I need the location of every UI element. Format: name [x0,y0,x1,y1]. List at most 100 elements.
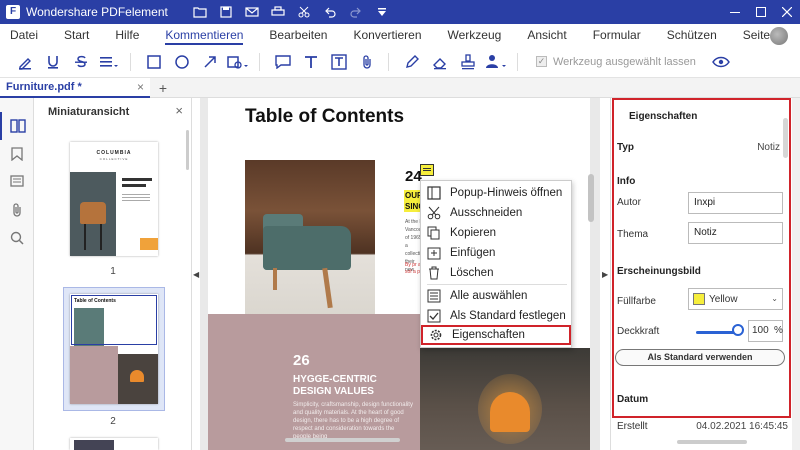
menu-konvertieren[interactable]: Konvertieren [353,24,421,46]
menu-item-copy[interactable]: Kopieren [421,223,571,243]
pencil-icon[interactable] [399,49,425,75]
minimize-icon[interactable] [722,0,748,24]
properties-scrollbar[interactable] [783,118,788,158]
user-avatar[interactable] [770,27,788,45]
close-panel-icon[interactable]: × [175,103,183,118]
document-horizontal-scrollbar[interactable] [285,438,400,442]
sticky-note-annotation-icon[interactable] [420,164,434,176]
toolbar-divider [517,52,518,71]
menu-kommentieren[interactable]: Kommentieren [165,24,244,46]
created-value: 04.02.2021 16:45:45 [696,421,788,432]
tab-label: Furniture.pdf * [6,81,82,93]
thumbnail-panel-title: Miniaturansicht [48,106,130,118]
bookmark-icon[interactable] [0,140,34,168]
menu-seite[interactable]: Seite [743,24,770,46]
thumbnail-page-3[interactable] [70,438,158,450]
underline-icon[interactable] [40,49,66,75]
comments-icon[interactable] [0,168,34,196]
page-heading: Table of Contents [245,106,405,127]
line-style-dropdown-icon[interactable] [96,49,122,75]
menu-item-cut[interactable]: Ausschneiden [421,203,571,223]
type-value: Notiz [757,142,780,153]
menu-item-properties[interactable]: Eigenschaften [421,325,571,345]
sofa-photo [245,160,375,330]
document-vertical-scrollbar[interactable] [588,174,594,222]
title-bar: F Wondershare PDFelement [0,0,800,24]
maximize-icon[interactable] [748,0,774,24]
opacity-unit: % [774,325,783,336]
paste-icon [427,246,441,260]
quick-access-toolbar [190,2,392,22]
left-icon-rail [0,98,34,450]
redo-icon[interactable] [346,2,366,22]
fill-color-select[interactable]: Yellow ⌄ [688,288,783,310]
trash-icon [427,266,441,280]
menu-hilfe[interactable]: Hilfe [115,24,139,46]
rectangle-icon[interactable] [141,49,167,75]
toolbar-divider [388,52,389,71]
shape-dropdown-icon[interactable] [225,49,251,75]
save-icon[interactable] [216,2,236,22]
stamp-icon[interactable] [455,49,481,75]
open-folder-icon[interactable] [190,2,210,22]
attachment-icon[interactable] [354,49,380,75]
collapse-right-panel-icon[interactable]: ▶ [602,270,610,279]
gear-icon [429,328,443,342]
properties-horizontal-scrollbar[interactable] [677,440,747,444]
strikethrough-icon[interactable] [68,49,94,75]
eye-icon[interactable] [708,49,734,75]
arrow-icon[interactable] [197,49,223,75]
select-all-icon [427,289,441,303]
menu-start[interactable]: Start [64,24,89,46]
textbox-icon[interactable] [326,49,352,75]
menu-bearbeiten[interactable]: Bearbeiten [269,24,327,46]
search-icon[interactable] [0,224,34,252]
menu-werkzeug[interactable]: Werkzeug [448,24,502,46]
undo-icon[interactable] [320,2,340,22]
use-as-default-button[interactable]: Als Standard verwenden [615,349,785,366]
checkbox-icon [427,309,441,323]
subject-field[interactable]: Notiz [688,222,783,244]
menu-datei[interactable]: Datei [10,24,38,46]
menu-item-open-popup-note[interactable]: Popup-Hinweis öffnen [421,183,571,203]
thumbnail-scrollbar[interactable] [186,130,189,170]
close-window-icon[interactable] [774,0,800,24]
info-heading: Info [617,176,636,187]
close-tab-icon[interactable]: × [137,80,144,94]
print-icon[interactable] [268,2,288,22]
app-title: Wondershare PDFelement [26,5,168,19]
ellipse-icon[interactable] [169,49,195,75]
keep-tool-selected-checkbox[interactable]: ✓ Werkzeug ausgewählt lassen [536,56,696,68]
menu-item-set-as-default[interactable]: Als Standard festlegen [421,306,571,326]
menu-ansicht[interactable]: Ansicht [527,24,566,46]
email-icon[interactable] [242,2,262,22]
lamp-photo [420,348,590,450]
add-tab-button[interactable]: + [156,78,170,98]
scissors-icon[interactable] [294,2,314,22]
item-26-body: Simplicity, craftsmanship, design functi… [293,402,413,440]
eraser-icon[interactable] [427,49,453,75]
thumbnails-icon[interactable] [0,112,34,140]
document-tab-strip: Furniture.pdf * × + [0,78,800,98]
properties-panel: Eigenschaften › Typ Notiz Info Autor Inx… [610,98,800,450]
thumb-brand-sub: COLLECTIVE [99,157,129,161]
popup-note-icon [427,186,441,200]
menu-schuetzen[interactable]: Schützen [667,24,717,46]
author-field[interactable]: Inxpi [688,192,783,214]
thumbnail-page-1[interactable]: COLUMBIA COLLECTIVE [70,142,158,256]
thumbnail-page-2[interactable]: Table of Contents [70,294,158,404]
attachments-icon[interactable] [0,196,34,224]
menu-item-delete[interactable]: Löschen [421,263,571,283]
text-icon[interactable] [298,49,324,75]
highlight-icon[interactable] [12,49,38,75]
author-label: Autor [617,197,641,208]
menu-item-paste[interactable]: Einfügen [421,243,571,263]
signature-dropdown-icon[interactable] [483,49,509,75]
note-icon[interactable] [270,49,296,75]
tab-furniture-pdf[interactable]: Furniture.pdf * × [0,78,150,98]
chevron-down-icon: ⌄ [771,294,778,303]
menu-item-select-all[interactable]: Alle auswählen [421,286,571,306]
opacity-slider-handle[interactable] [732,324,744,336]
menu-formular[interactable]: Formular [593,24,641,46]
customize-dropdown-icon[interactable] [372,2,392,22]
